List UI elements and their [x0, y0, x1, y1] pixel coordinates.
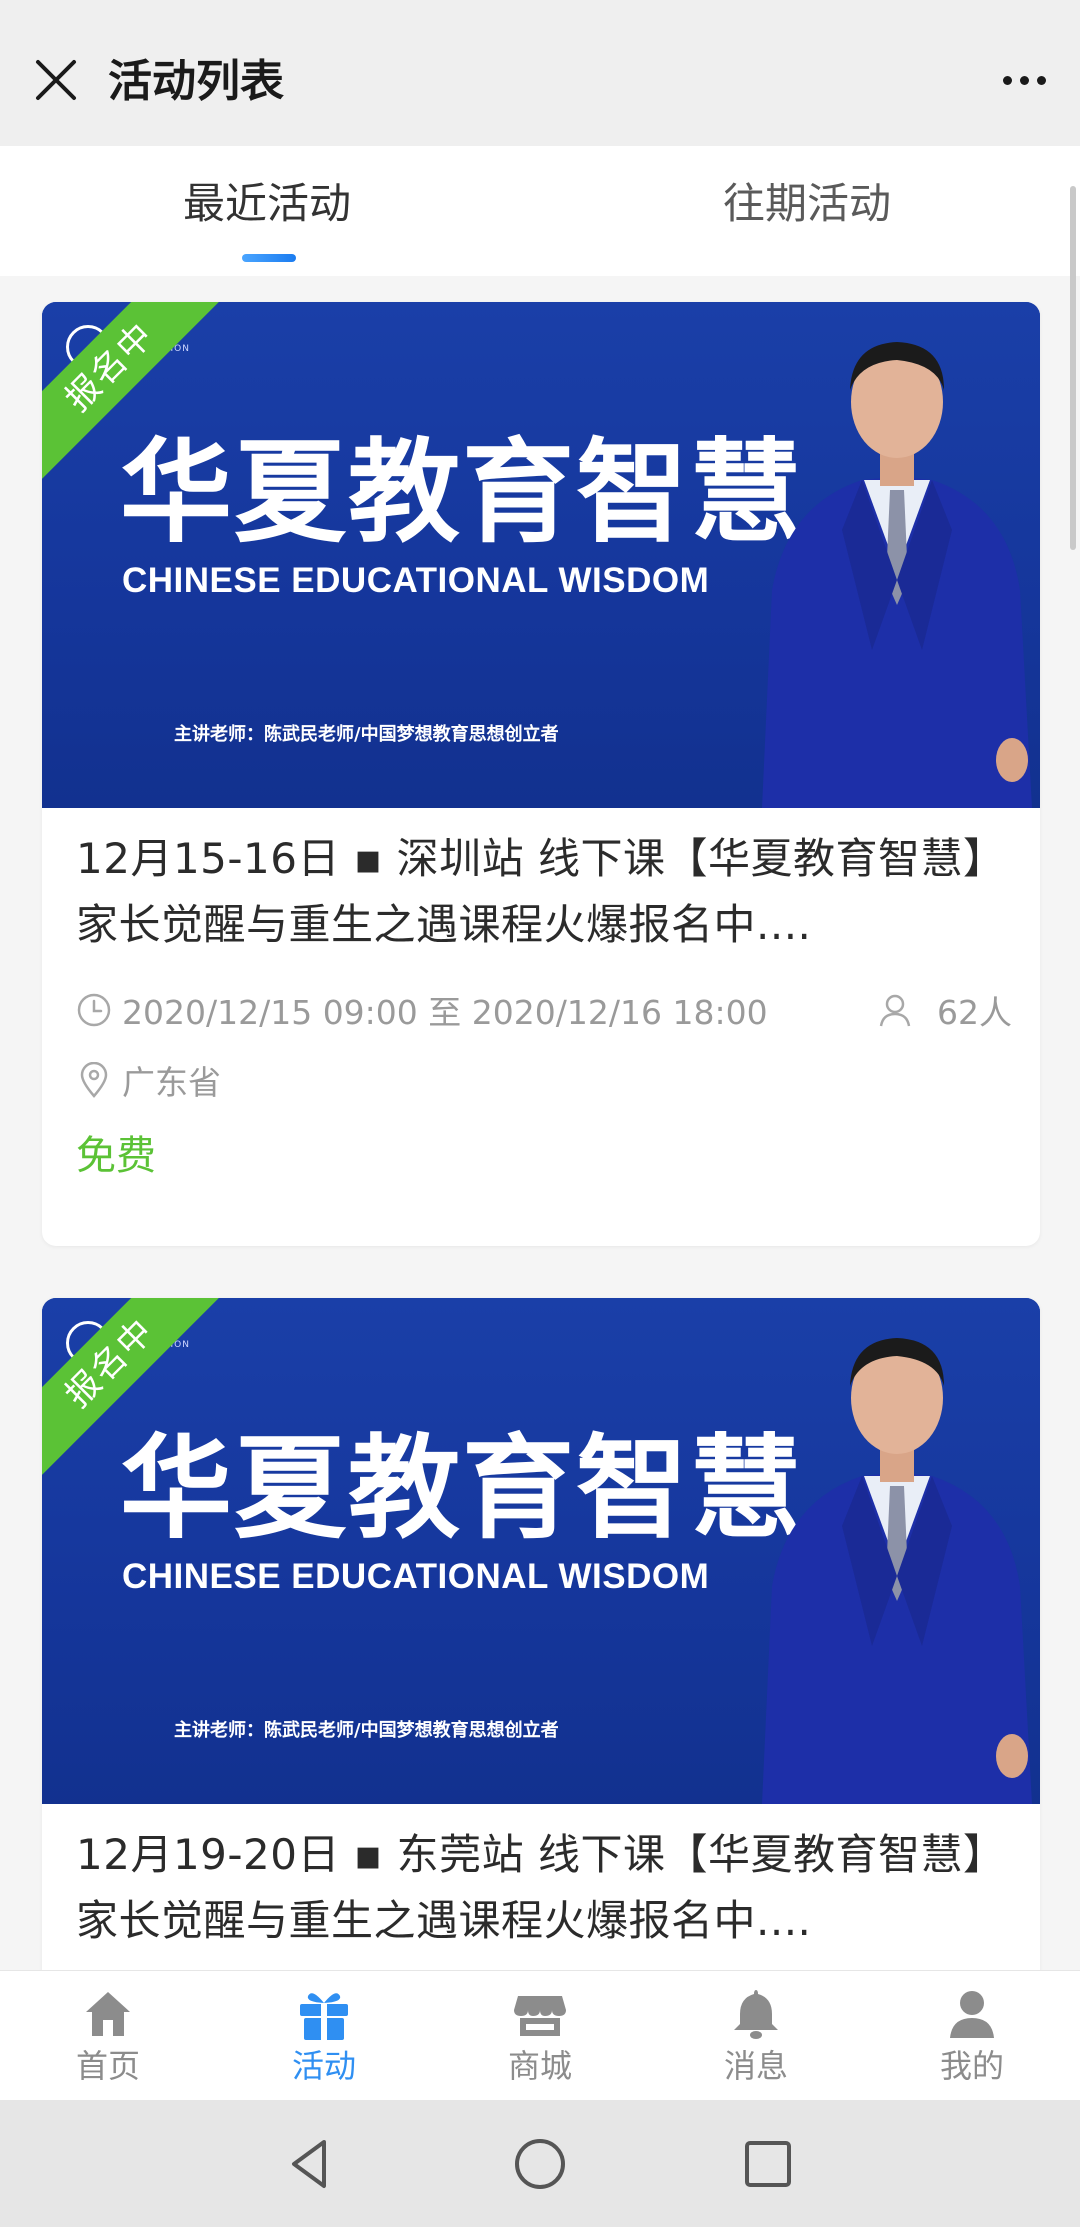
- nav-messages[interactable]: 消息: [648, 1971, 864, 2101]
- home-icon: [80, 1986, 136, 2042]
- back-triangle-icon[interactable]: [280, 2134, 340, 2194]
- speaker-photo: [762, 1338, 1032, 1804]
- tab-recent-activities[interactable]: 最近活动: [183, 174, 351, 234]
- tab-bar: 最近活动 往期活动: [0, 146, 1080, 276]
- active-tab-indicator: [242, 254, 296, 262]
- app-header: 活动列表: [0, 0, 1080, 146]
- activity-time: 2020/12/15 09:00 至 2020/12/16 18:00: [76, 986, 1006, 1034]
- nav-activities-label: 活动: [291, 2047, 356, 2085]
- location-pin-icon: [76, 1062, 112, 1098]
- page-title: 活动列表: [108, 56, 284, 107]
- nav-store[interactable]: 商城: [432, 1971, 648, 2101]
- person-icon: [877, 992, 913, 1028]
- speaker-photo: [762, 342, 1032, 808]
- tab-past-activities[interactable]: 往期活动: [723, 174, 891, 234]
- activity-time-text: 2020/12/15 09:00 至 2020/12/16 18:00: [122, 993, 768, 1032]
- nav-messages-label: 消息: [723, 2047, 788, 2085]
- home-circle-icon[interactable]: [510, 2134, 570, 2194]
- activity-price: 免费: [76, 1133, 156, 1179]
- activity-banner[interactable]: 教育 MIN EDUCATION 报名中 华夏教育智慧 CHINESE EDUC…: [42, 1298, 1040, 1804]
- more-options-icon[interactable]: [994, 50, 1054, 110]
- clock-icon: [76, 992, 112, 1028]
- system-navigation-bar: [0, 2100, 1080, 2227]
- close-icon[interactable]: [26, 50, 86, 110]
- nav-home[interactable]: 首页: [0, 1971, 216, 2101]
- activity-title[interactable]: 12月19-20日 ▪ 东莞站 线下课【华夏教育智慧】家长觉醒与重生之遇课程火爆…: [76, 1822, 1006, 1954]
- nav-store-label: 商城: [507, 2047, 572, 2085]
- banner-speaker: 主讲老师：陈武民老师/中国梦想教育思想创立者: [174, 1720, 559, 1741]
- activity-list[interactable]: 教育 MIN EDUCATION 报名中 华夏教育智慧 CHINESE EDUC…: [0, 276, 1080, 1970]
- scrollbar[interactable]: [1070, 186, 1076, 550]
- user-icon: [944, 1986, 1000, 2042]
- activity-location: 广东省: [76, 1056, 1006, 1104]
- nav-profile-label: 我的: [939, 2047, 1004, 2085]
- activity-card[interactable]: 教育 MIN EDUCATION 报名中 华夏教育智慧 CHINESE EDUC…: [42, 302, 1040, 1246]
- nav-home-label: 首页: [75, 2047, 140, 2085]
- banner-subtitle: CHINESE EDUCATIONAL WISDOM: [122, 561, 710, 600]
- store-icon: [512, 1986, 568, 2042]
- recent-apps-square-icon[interactable]: [738, 2134, 798, 2194]
- banner-title: 华夏教育智慧: [120, 428, 804, 558]
- nav-profile[interactable]: 我的: [864, 1971, 1080, 2101]
- gift-icon: [296, 1986, 352, 2042]
- activity-title[interactable]: 12月15-16日 ▪ 深圳站 线下课【华夏教育智慧】家长觉醒与重生之遇课程火爆…: [76, 826, 1006, 958]
- banner-title: 华夏教育智慧: [120, 1424, 804, 1554]
- participant-count: 62人: [877, 986, 1012, 1034]
- bell-icon: [728, 1986, 784, 2042]
- bottom-navigation: 首页 活动 商城 消息 我的: [0, 1970, 1080, 2101]
- nav-activities[interactable]: 活动: [216, 1971, 432, 2101]
- participant-count-text: 62人: [937, 993, 1012, 1032]
- activity-card[interactable]: 教育 MIN EDUCATION 报名中 华夏教育智慧 CHINESE EDUC…: [42, 1298, 1040, 1970]
- activity-banner[interactable]: 教育 MIN EDUCATION 报名中 华夏教育智慧 CHINESE EDUC…: [42, 302, 1040, 808]
- banner-subtitle: CHINESE EDUCATIONAL WISDOM: [122, 1557, 710, 1596]
- activity-location-text: 广东省: [122, 1063, 221, 1102]
- banner-speaker: 主讲老师：陈武民老师/中国梦想教育思想创立者: [174, 724, 559, 745]
